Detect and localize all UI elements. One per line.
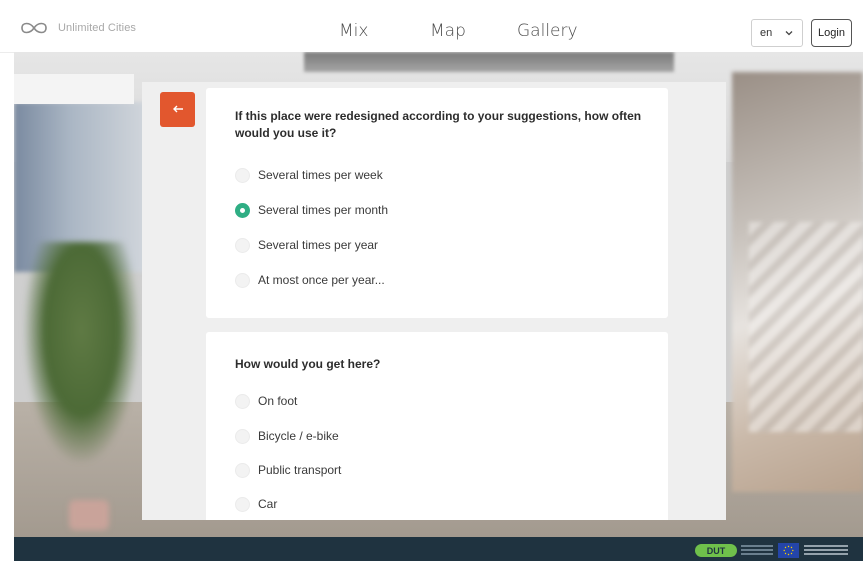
language-select[interactable]: en: [751, 19, 803, 47]
option-label: Public transport: [258, 463, 342, 477]
radio-button[interactable]: [235, 237, 250, 253]
radio-button-selected[interactable]: [235, 202, 250, 218]
option-several-times-per-week[interactable]: Several times per week: [235, 165, 383, 185]
option-several-times-per-month[interactable]: Several times per month: [235, 200, 388, 220]
language-value: en: [760, 27, 773, 39]
option-bicycle[interactable]: Bicycle / e-bike: [235, 426, 339, 446]
survey-panel[interactable]: If this place were redesigned according …: [142, 82, 726, 520]
eu-funding-caption: [804, 545, 848, 555]
nav-map[interactable]: Map: [430, 21, 466, 41]
question-card-transport: How would you get here? On foot Bicycle …: [206, 332, 668, 520]
footer: DUT: [14, 537, 863, 561]
option-label: Car: [258, 497, 278, 511]
logo[interactable]: Unlimited Cities: [16, 20, 136, 36]
option-label: At most once per year...: [258, 273, 385, 287]
question-text: If this place were redesigned according …: [235, 109, 642, 140]
nav-mix[interactable]: Mix: [339, 21, 368, 41]
option-at-most-once-per-year[interactable]: At most once per year...: [235, 270, 385, 290]
bg-road: [304, 52, 674, 72]
dut-logo: DUT: [695, 544, 737, 557]
option-car[interactable]: Car: [235, 494, 277, 514]
eu-flag-icon: [778, 543, 799, 558]
radio-button[interactable]: [235, 272, 250, 288]
chevron-down-icon: [784, 28, 794, 41]
option-label: On foot: [258, 394, 298, 408]
back-button[interactable]: [160, 92, 195, 127]
radio-button[interactable]: [235, 496, 250, 512]
question-card-usage-frequency: If this place were redesigned according …: [206, 88, 668, 318]
option-label: Bicycle / e-bike: [258, 429, 339, 443]
bg-banner: [14, 74, 134, 104]
option-public-transport[interactable]: Public transport: [235, 460, 341, 480]
radio-button[interactable]: [235, 428, 250, 444]
option-label: Several times per month: [258, 203, 389, 217]
nav-gallery[interactable]: Gallery: [517, 21, 578, 41]
option-label: Several times per week: [258, 168, 383, 182]
option-label: Several times per year: [258, 238, 379, 252]
radio-button[interactable]: [235, 462, 250, 478]
radio-button[interactable]: [235, 393, 250, 409]
option-on-foot[interactable]: On foot: [235, 391, 297, 411]
logo-text: Unlimited Cities: [58, 22, 137, 34]
arrow-left-icon: [172, 101, 184, 119]
bg-right-stairs: [749, 222, 863, 432]
login-button[interactable]: Login: [811, 19, 852, 47]
infinity-icon: [16, 20, 52, 36]
dut-caption: [741, 545, 773, 555]
top-header: Unlimited Cities Mix Map Gallery en Logi…: [0, 0, 863, 53]
question-text: How would you get here?: [235, 357, 381, 371]
radio-button[interactable]: [235, 167, 250, 183]
bg-tree: [24, 242, 139, 462]
option-several-times-per-year[interactable]: Several times per year: [235, 235, 378, 255]
bg-object: [69, 500, 109, 530]
